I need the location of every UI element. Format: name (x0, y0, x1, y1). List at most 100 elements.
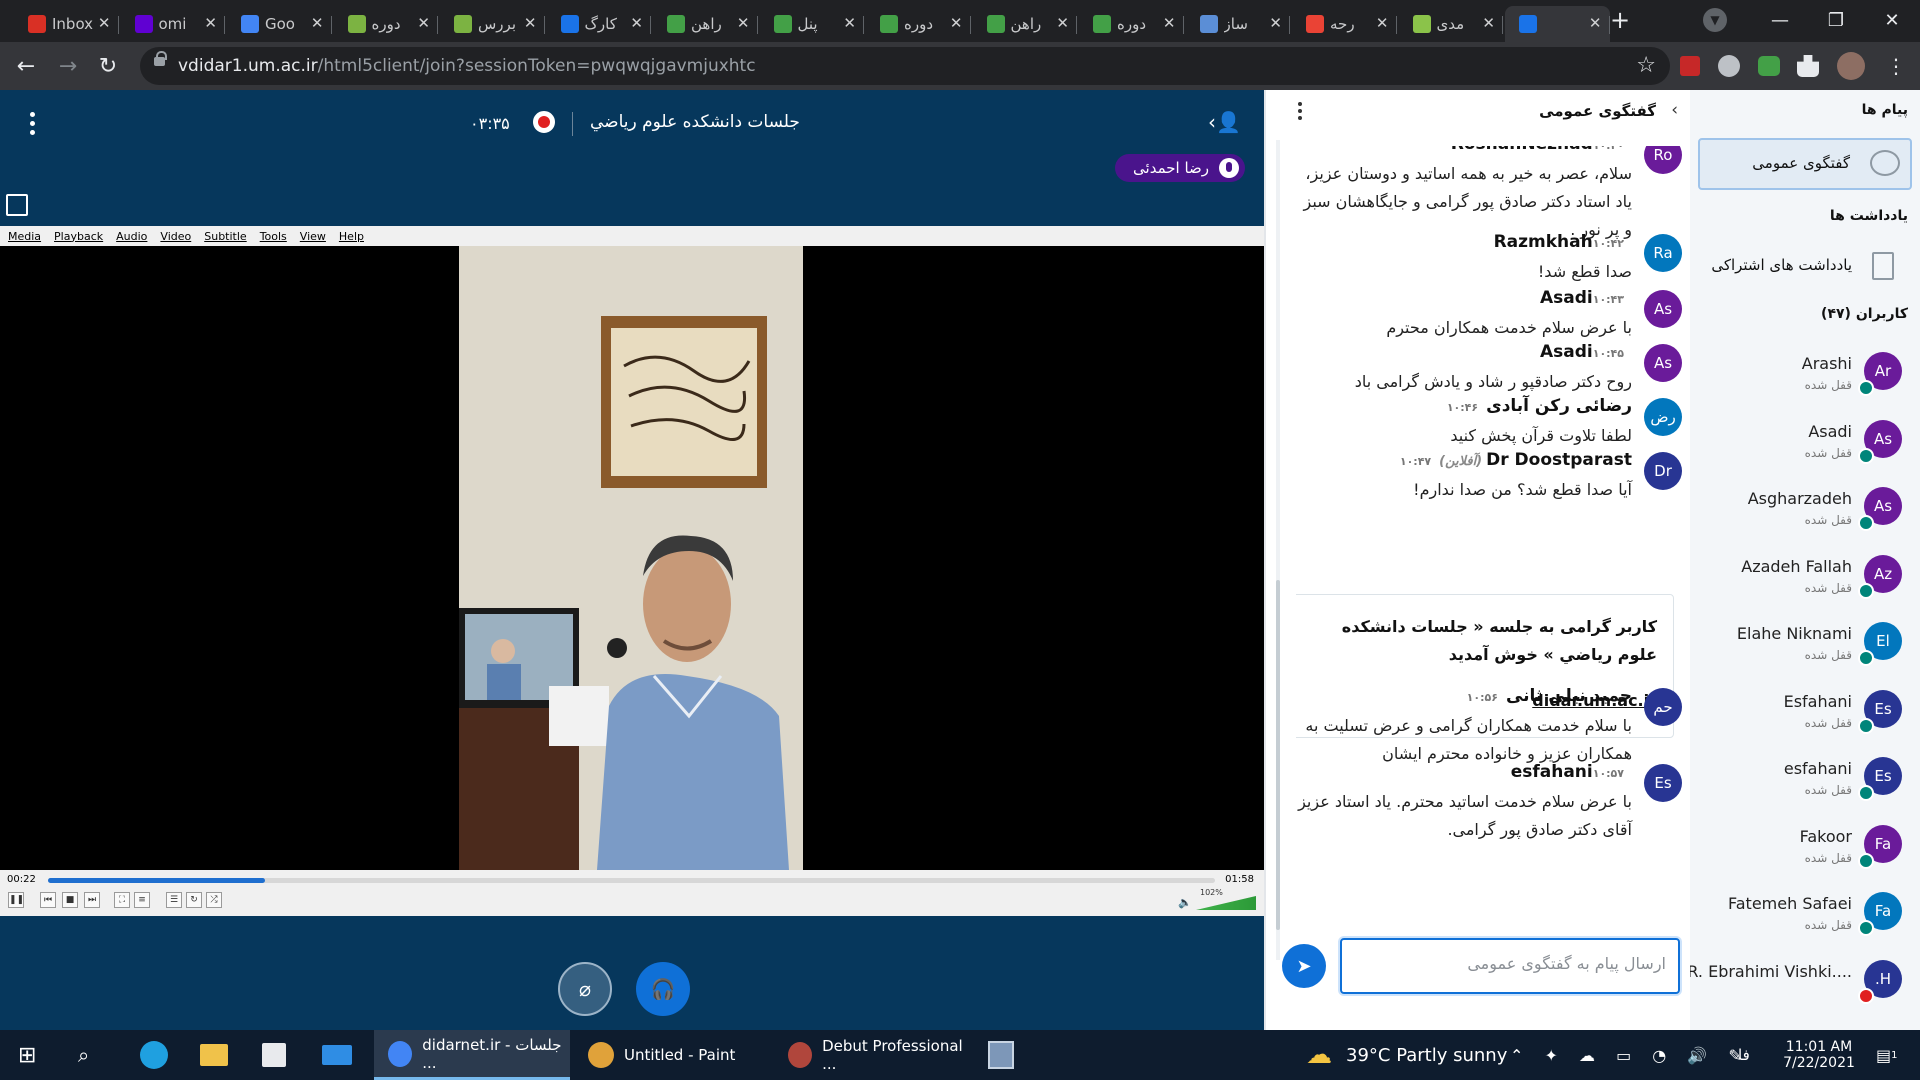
extension-pin-icon[interactable] (1680, 56, 1700, 76)
browser-tab[interactable]: راهن ✕ (653, 6, 758, 42)
language-indicator[interactable]: فا (1738, 1030, 1750, 1080)
tab-close-icon[interactable]: ✕ (950, 14, 963, 32)
extensions-puzzle-icon[interactable] (1797, 55, 1819, 77)
talking-indicator[interactable]: رضا احمدئی (1115, 154, 1245, 182)
browser-tab[interactable]: رحه ✕ (1292, 6, 1397, 42)
file-explorer-icon[interactable] (200, 1030, 228, 1080)
tab-close-icon[interactable]: ✕ (417, 14, 430, 32)
send-message-button[interactable]: ➤ (1282, 944, 1326, 988)
clock[interactable]: 11:01 AM 7/22/2021 (1776, 1030, 1862, 1080)
vlc-menu-item[interactable]: Playback (54, 230, 103, 243)
loop-icon[interactable]: ↻ (186, 892, 202, 908)
previous-icon[interactable]: ⏮ (40, 892, 56, 908)
stop-icon[interactable]: ■ (62, 892, 78, 908)
vlc-menu-item[interactable]: Help (339, 230, 364, 243)
next-icon[interactable]: ⏭ (84, 892, 100, 908)
tab-close-icon[interactable]: ✕ (1163, 14, 1176, 32)
tab-close-icon[interactable]: ✕ (524, 14, 537, 32)
user-list-item[interactable]: El Elahe Niknami قفل شده (1690, 614, 1920, 670)
search-icon[interactable]: ⌕ (78, 1030, 89, 1080)
browser-tab[interactable]: دوره ✕ (866, 6, 971, 42)
avatar[interactable]: Es (1644, 764, 1682, 802)
tab-close-icon[interactable]: ✕ (737, 14, 750, 32)
browser-tab[interactable]: دوره ✕ (1079, 6, 1184, 42)
chat-options-icon[interactable] (1298, 102, 1302, 120)
toggle-userlist-icon[interactable]: ‹👤 (1208, 110, 1241, 134)
extended-settings-icon[interactable]: ≡ (134, 892, 150, 908)
tab-close-icon[interactable]: ✕ (204, 14, 217, 32)
shared-notes-item[interactable]: یادداشت های اشتراکی (1698, 240, 1912, 292)
vlc-menu-item[interactable]: Tools (260, 230, 287, 243)
browser-tab[interactable]: بررس ✕ (440, 6, 545, 42)
bookmark-star-icon[interactable]: ☆ (1636, 53, 1656, 78)
browser-tab[interactable]: Goo ✕ (227, 6, 332, 42)
tab-close-icon[interactable]: ✕ (843, 14, 856, 32)
leave-audio-button[interactable]: 🎧 (636, 962, 690, 1016)
browser-tab[interactable]: ✕ (1505, 6, 1610, 42)
browser-tab[interactable]: پنل ✕ (760, 6, 864, 42)
taskbar-app[interactable]: Debut Professional ... (774, 1030, 970, 1080)
tab-close-icon[interactable]: ✕ (98, 14, 111, 32)
taskbar-app[interactable]: didarnet.ir - جلسات ... (374, 1030, 570, 1080)
user-list-item[interactable]: Ar Arashi قفل شده (1690, 344, 1920, 400)
user-list-item[interactable]: Fa Fatemeh Safaei قفل شده (1690, 884, 1920, 940)
forward-icon[interactable]: → (52, 50, 84, 82)
user-list-item[interactable]: H. R. Ebrahimi Vishki.... (1690, 952, 1920, 1008)
extension-cloud-icon[interactable] (1718, 55, 1740, 77)
restore-icon[interactable]: ❐ (1808, 0, 1864, 40)
avatar[interactable]: As (1644, 344, 1682, 382)
avatar[interactable]: Dr (1644, 452, 1682, 490)
public-chat-item[interactable]: گفتگوی عمومی (1698, 138, 1912, 190)
share-webcam-button[interactable]: ⌀ (558, 962, 612, 1016)
tab-close-icon[interactable]: ✕ (630, 14, 643, 32)
weather-text[interactable]: 39°C Partly sunny (1346, 1030, 1507, 1080)
windows-start-icon[interactable]: ⊞ (18, 1030, 36, 1080)
options-menu-icon[interactable] (30, 112, 36, 135)
user-list-item[interactable]: As Asadi قفل شده (1690, 412, 1920, 468)
vlc-menu-item[interactable]: View (300, 230, 326, 243)
vlc-fullscreen-icon[interactable]: ⛶ (114, 892, 130, 908)
store-icon[interactable] (262, 1030, 286, 1080)
vlc-menu-item[interactable]: Audio (116, 230, 147, 243)
user-list-item[interactable]: Az Azadeh Fallah قفل شده (1690, 547, 1920, 603)
playlist-icon[interactable]: ☰ (166, 892, 182, 908)
avatar[interactable]: Ra (1644, 234, 1682, 272)
tab-search-icon[interactable]: ▼ (1703, 8, 1727, 32)
chevron-left-icon[interactable]: ‹ (1671, 100, 1678, 120)
browser-tab[interactable]: کارگ ✕ (547, 6, 651, 42)
notifications-icon[interactable]: ▤ 1 (1876, 1030, 1898, 1080)
recording-indicator-icon[interactable] (533, 111, 555, 133)
back-icon[interactable]: ← (10, 50, 42, 82)
close-window-icon[interactable]: ✕ (1864, 0, 1920, 40)
new-tab-icon[interactable]: + (1610, 0, 1630, 40)
tab-close-icon[interactable]: ✕ (1482, 14, 1495, 32)
tab-close-icon[interactable]: ✕ (1269, 14, 1282, 32)
pause-icon[interactable]: ❚❚ (8, 892, 24, 908)
speaker-icon[interactable]: 🔈 (1178, 896, 1192, 909)
vlc-menu-item[interactable]: Media (8, 230, 41, 243)
user-list-item[interactable]: As Asgharzadeh قفل شده (1690, 479, 1920, 535)
seek-bar[interactable] (48, 878, 1215, 883)
reload-icon[interactable]: ↻ (92, 50, 124, 82)
avatar[interactable]: As (1644, 290, 1682, 328)
chat-scrollbar[interactable] (1276, 140, 1280, 960)
browser-tab[interactable]: مدی ✕ (1399, 6, 1503, 42)
tab-close-icon[interactable]: ✕ (1376, 14, 1389, 32)
taskbar-app[interactable]: Untitled - Paint (574, 1030, 770, 1080)
user-list-item[interactable]: Fa Fakoor قفل شده (1690, 817, 1920, 873)
address-bar[interactable]: vdidar1.um.ac.ir/html5client/join?sessio… (140, 47, 1670, 85)
shuffle-icon[interactable]: ⤮ (206, 892, 222, 908)
chat-message-input[interactable]: ارسال پیام به گفتگوی عمومی (1340, 938, 1680, 994)
browser-tab[interactable]: Inbox ✕ (14, 6, 119, 42)
volume-slider[interactable]: 102% (1196, 888, 1256, 910)
mail-icon[interactable] (322, 1030, 352, 1080)
user-list-item[interactable]: Es Esfahani قفل شده (1690, 682, 1920, 738)
tab-close-icon[interactable]: ✕ (1589, 14, 1602, 32)
browser-tab[interactable]: راهن ✕ (973, 6, 1077, 42)
media-app-icon[interactable] (988, 1030, 1014, 1080)
fullscreen-icon[interactable] (6, 194, 28, 216)
browser-tab[interactable]: ساز ✕ (1186, 6, 1290, 42)
system-tray-icons[interactable]: ⌃ ✦ ☁ ▭ ◔ 🔊 ✎ (1510, 1030, 1750, 1080)
tab-close-icon[interactable]: ✕ (1056, 14, 1069, 32)
browser-tab[interactable]: omi ✕ (121, 6, 225, 42)
